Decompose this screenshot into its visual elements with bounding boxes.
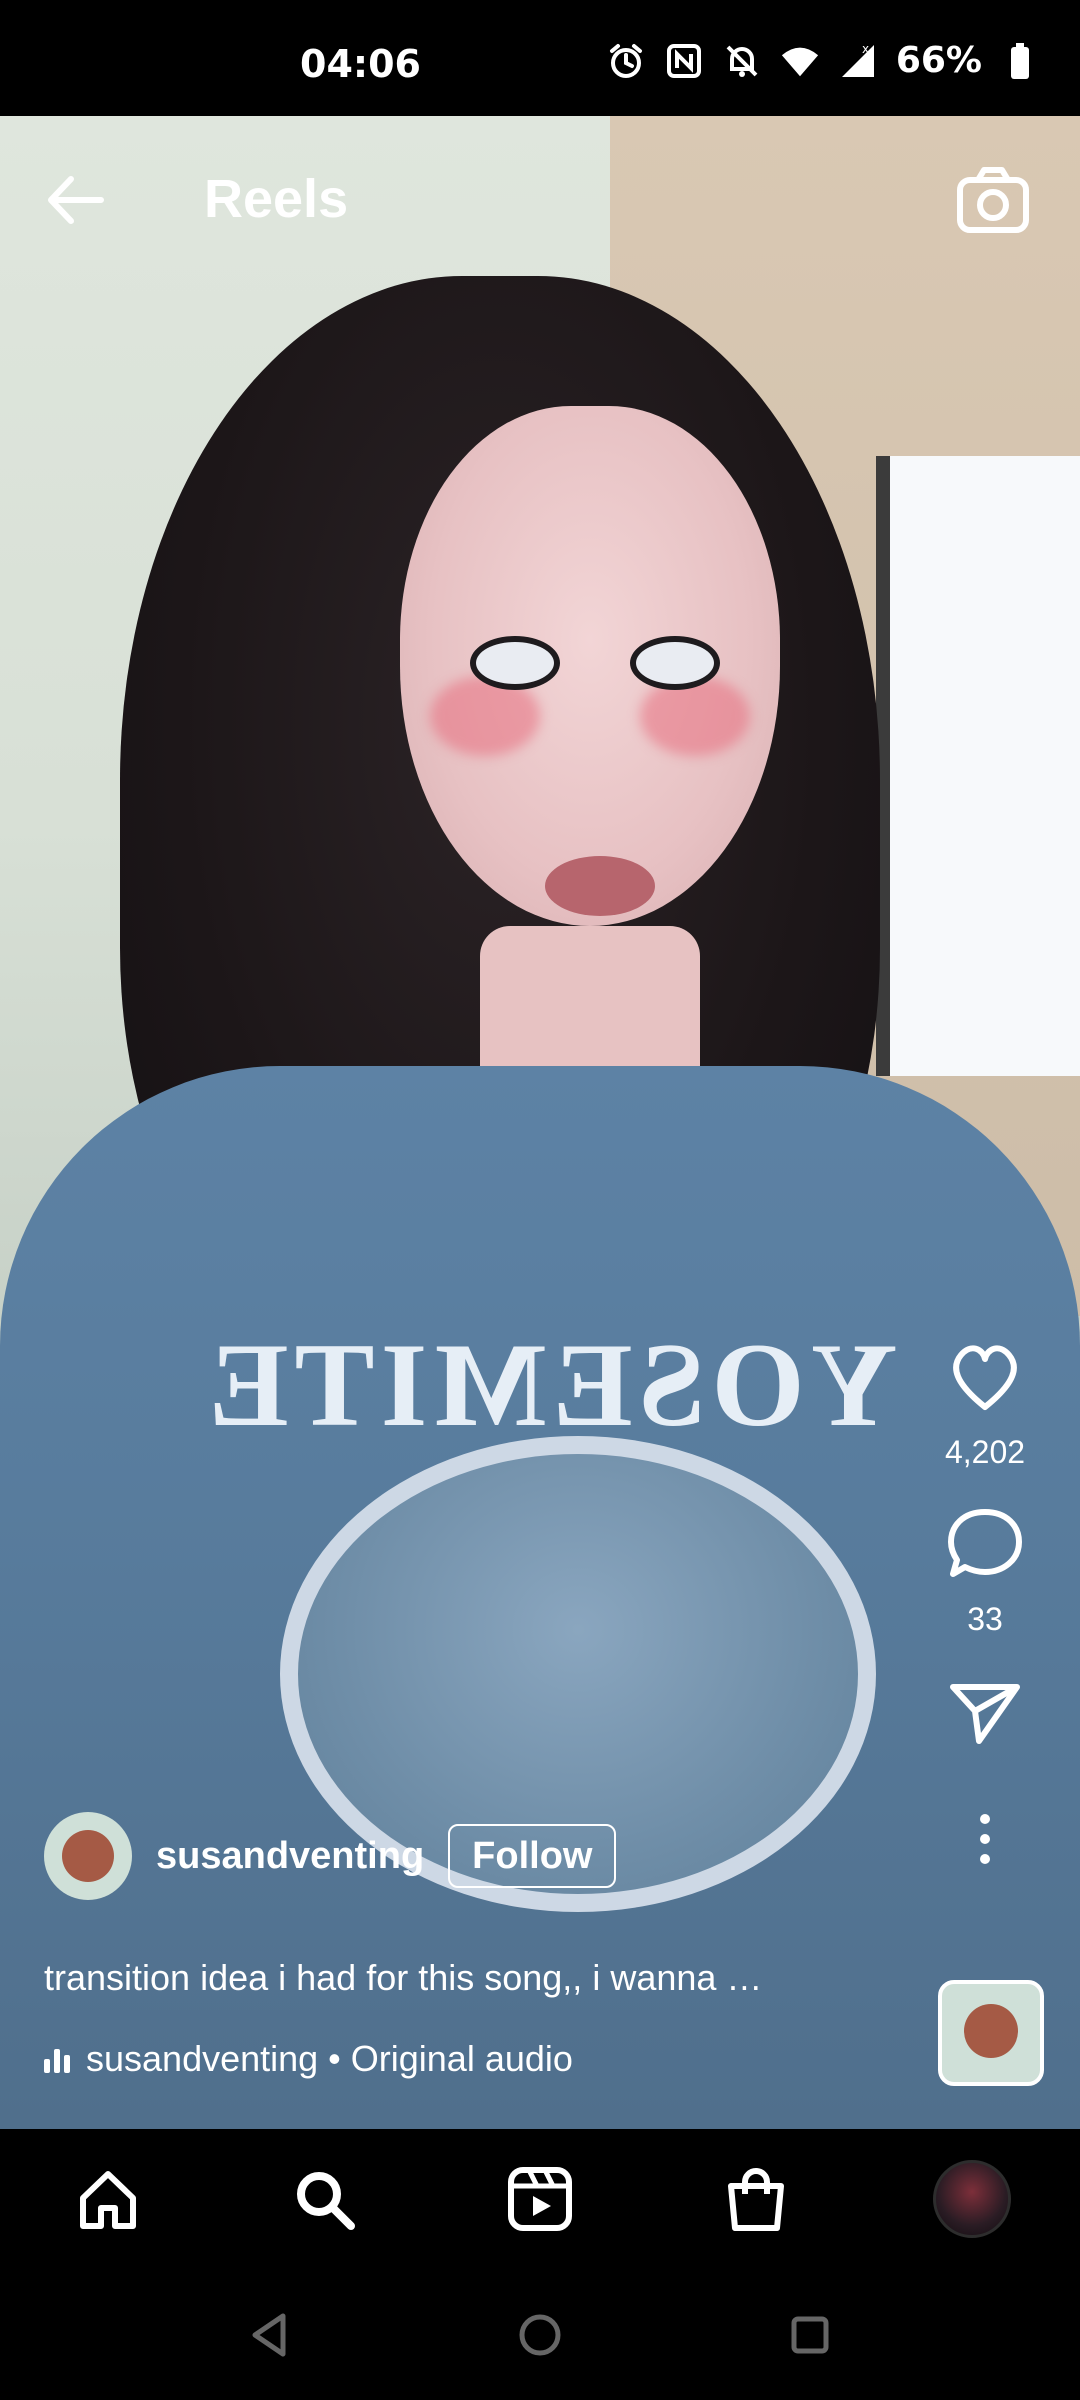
search-icon [297, 2172, 355, 2230]
signal-icon: x [838, 41, 878, 81]
nfc-icon [664, 41, 704, 81]
back-button[interactable] [36, 160, 116, 240]
shop-bag-icon [728, 2168, 784, 2231]
status-time: 04:06 [300, 42, 421, 86]
camera-icon [957, 167, 1029, 233]
more-options-button[interactable] [938, 1792, 1032, 1886]
page-title: Reels [204, 169, 349, 229]
battery-icon [1000, 41, 1040, 81]
audio-bars-icon [44, 2045, 72, 2073]
system-home-button[interactable] [500, 2295, 580, 2375]
comment-button[interactable] [938, 1497, 1032, 1591]
bottom-navigation [0, 2129, 1080, 2269]
bell-off-icon [722, 41, 762, 81]
follow-button[interactable]: Follow [448, 1824, 617, 1888]
post-user-row: susandventing Follow [44, 1812, 617, 1900]
recents-square-icon [791, 2316, 829, 2353]
wifi-icon [780, 41, 820, 81]
like-button[interactable] [938, 1330, 1032, 1424]
left-eye [470, 636, 560, 690]
system-back-button[interactable] [230, 2295, 310, 2375]
like-count: 4,202 [944, 1434, 1026, 1470]
username[interactable]: susandventing [156, 1835, 424, 1878]
status-icons: x 66% [606, 40, 1040, 81]
comment-icon [948, 1509, 1022, 1577]
audio-row[interactable]: susandventing • Original audio [44, 2038, 573, 2080]
send-icon [950, 1684, 1020, 1744]
battery-percent: 66% [895, 40, 982, 81]
post-caption[interactable]: transition idea i had for this song,, i … [44, 1957, 762, 1999]
audio-thumbnail[interactable] [938, 1980, 1044, 2086]
heart-icon [953, 1345, 1017, 1410]
nav-shop[interactable] [696, 2139, 816, 2259]
alarm-icon [606, 41, 646, 81]
camera-button[interactable] [950, 158, 1036, 244]
more-vertical-icon [980, 1814, 990, 1864]
sweater-print-text: YOSEMITE [202, 1318, 898, 1451]
right-cheek [640, 676, 750, 756]
person-face [400, 406, 780, 926]
audio-text: susandventing • Original audio [86, 2038, 573, 2079]
back-triangle-icon [252, 2313, 286, 2356]
nav-search[interactable] [264, 2139, 384, 2259]
svg-text:x: x [862, 42, 869, 56]
action-bar: 4,202 33 [930, 1330, 1040, 1886]
right-eye [630, 636, 720, 690]
system-recents-button[interactable] [770, 2295, 850, 2375]
top-bar: Reels [0, 116, 1080, 276]
profile-avatar [933, 2160, 1011, 2238]
user-avatar[interactable] [44, 1812, 132, 1900]
background-window [876, 456, 1080, 1076]
home-circle-icon [519, 2314, 561, 2355]
share-button[interactable] [938, 1664, 1032, 1758]
nav-reels[interactable] [480, 2139, 600, 2259]
system-navigation [0, 2269, 1080, 2400]
comment-count: 33 [967, 1601, 1003, 1637]
reels-icon [508, 2167, 572, 2231]
nav-home[interactable] [48, 2139, 168, 2259]
home-icon [80, 2171, 136, 2229]
status-bar: 04:06 x 66% [0, 0, 1080, 116]
nav-profile[interactable] [912, 2139, 1032, 2259]
arrow-left-icon [48, 176, 104, 224]
mouth [545, 856, 655, 916]
